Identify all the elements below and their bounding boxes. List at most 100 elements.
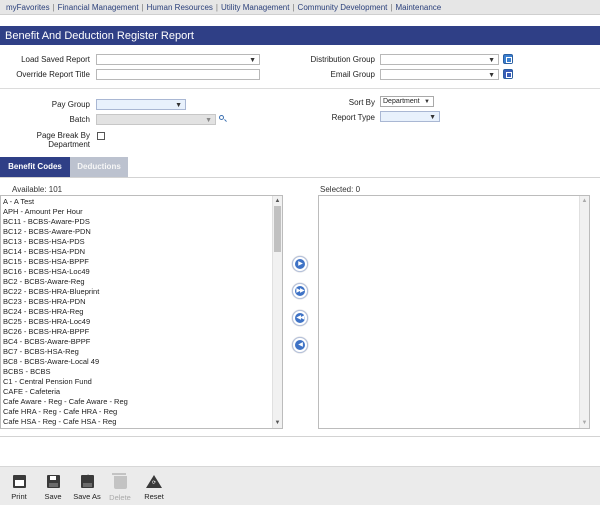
list-item[interactable]: BC26 - BCBS-HRA-BPPF	[2, 327, 270, 337]
list-item[interactable]: Cafe HRA - Reg - Cafe HRA - Reg	[2, 407, 270, 417]
list-item[interactable]: BC16 - BCBS-HSA-Loc49	[2, 267, 270, 277]
save-button[interactable]: Save	[38, 475, 68, 501]
available-items: A - A Test APH - Amount Per Hour BC11 - BC…	[2, 197, 270, 427]
batch-select[interactable]: ▼	[96, 114, 216, 125]
page-break-label-line2: Department	[48, 140, 90, 149]
save-as-button[interactable]: Save As	[72, 475, 102, 501]
list-item[interactable]: BC15 - BCBS-HSA-BPPF	[2, 257, 270, 267]
override-report-title-input[interactable]	[96, 69, 260, 80]
distribution-group-label: Distribution Group	[310, 55, 375, 64]
page-title: Benefit And Deduction Register Report	[5, 30, 194, 42]
sort-by-value: Department	[383, 98, 420, 105]
chevron-down-icon: ▼	[488, 57, 495, 64]
chevron-down-icon: ▼	[249, 57, 256, 64]
distribution-group-lookup-icon[interactable]	[503, 54, 513, 64]
scroll-down-icon[interactable]: ▼	[273, 418, 282, 428]
save-as-label: Save As	[73, 492, 101, 501]
print-button[interactable]: Print	[4, 475, 34, 501]
tab-benefit-codes[interactable]: Benefit Codes	[0, 157, 70, 177]
scroll-up-icon[interactable]: ▲	[273, 196, 282, 206]
override-report-title-label: Override Report Title	[16, 70, 90, 79]
pay-group-label: Pay Group	[51, 100, 90, 109]
print-label: Print	[11, 492, 27, 501]
selected-list[interactable]: ▲ ▼	[318, 195, 590, 429]
available-list[interactable]: A - A Test APH - Amount Per Hour BC11 - BC…	[0, 195, 283, 429]
floppy-disk-icon	[46, 475, 60, 488]
nav-myfavorites[interactable]: myFavorites	[6, 3, 50, 12]
list-item[interactable]: BC12 - BCBS-Aware-PDN	[2, 227, 270, 237]
chevron-down-icon: ▼	[429, 114, 436, 121]
reset-button[interactable]: ⟳ Reset	[139, 475, 169, 501]
chevron-down-icon: ▼	[488, 72, 495, 79]
scroll-down-icon[interactable]: ▼	[580, 418, 589, 428]
list-item[interactable]: BC23 - BCBS-HRA-PDN	[2, 297, 270, 307]
list-item[interactable]: BC2 - BCBS-Aware-Reg	[2, 277, 270, 287]
distribution-group-select[interactable]: ▼	[380, 54, 499, 65]
move-all-left-button[interactable]: ◀◀	[292, 310, 308, 326]
list-item[interactable]: A - A Test	[2, 197, 270, 207]
nav-maintenance[interactable]: Maintenance	[395, 3, 441, 12]
move-left-button[interactable]: ◀	[292, 337, 308, 353]
email-group-select[interactable]: ▼	[380, 69, 499, 80]
section-divider	[0, 88, 600, 89]
list-item[interactable]: BC14 - BCBS-HSA-PDN	[2, 247, 270, 257]
list-item[interactable]: BC22 - BCBS-HRA-Blueprint	[2, 287, 270, 297]
nav-utility-management[interactable]: Utility Management	[221, 3, 289, 12]
chevron-down-icon: ▼	[205, 117, 212, 124]
list-item[interactable]: BC24 - BCBS-HRA-Reg	[2, 307, 270, 317]
selected-caption: Selected: 0	[320, 185, 361, 194]
double-chevron-left-icon: ◀◀	[296, 315, 304, 321]
batch-search-icon[interactable]	[219, 115, 227, 123]
selected-scrollbar[interactable]: ▲ ▼	[579, 196, 589, 428]
page-title-bar: Benefit And Deduction Register Report	[0, 26, 600, 45]
list-item[interactable]: BC7 - BCBS-HSA-Reg	[2, 347, 270, 357]
sort-by-select[interactable]: Department ▼	[380, 96, 434, 107]
sort-by-label: Sort By	[348, 98, 375, 107]
load-saved-report-label: Load Saved Report	[21, 55, 90, 64]
page-break-checkbox[interactable]	[97, 132, 105, 140]
list-item[interactable]: CAFE - Cafeteria	[2, 387, 270, 397]
delete-button[interactable]: Delete	[105, 473, 135, 502]
list-item[interactable]: Cafe Aware - Reg - Cafe Aware - Reg	[2, 397, 270, 407]
pay-group-select[interactable]: ▼	[96, 99, 186, 110]
delete-label: Delete	[109, 493, 131, 502]
trash-icon	[111, 473, 127, 489]
batch-label: Batch	[69, 115, 90, 124]
list-item[interactable]: APH - Amount Per Hour	[2, 207, 270, 217]
load-saved-report-select[interactable]: ▼	[96, 54, 260, 65]
email-group-lookup-icon[interactable]	[503, 69, 513, 79]
bottom-toolbar: Print Save Save As Delete ⟳ Reset	[0, 466, 600, 505]
email-group-label: Email Group	[330, 70, 375, 79]
available-scrollbar[interactable]: ▲ ▼	[272, 196, 282, 428]
page-break-label: Page Break By Department	[10, 131, 90, 149]
list-item[interactable]: BC13 - BCBS-HSA-PDS	[2, 237, 270, 247]
nav-financial-management[interactable]: Financial Management	[58, 3, 139, 12]
nav-separator: |	[141, 3, 144, 12]
reset-icon: ⟳	[146, 475, 162, 488]
chevron-right-icon: ▶	[298, 261, 303, 267]
list-item[interactable]: C1 - Central Pension Fund	[2, 377, 270, 387]
report-type-select[interactable]: ▼	[380, 111, 440, 122]
scroll-up-icon[interactable]: ▲	[580, 196, 589, 206]
list-item[interactable]: BC25 - BCBS-HRA-Loc49	[2, 317, 270, 327]
list-item[interactable]: BCBS - BCBS	[2, 367, 270, 377]
scroll-thumb[interactable]	[274, 206, 281, 252]
printer-icon	[12, 475, 26, 488]
chevron-down-icon: ▼	[424, 99, 430, 105]
chevron-left-icon: ◀	[298, 342, 303, 348]
move-all-right-button[interactable]: ▶▶	[292, 283, 308, 299]
nav-human-resources[interactable]: Human Resources	[147, 3, 213, 12]
list-item[interactable]: BC4 - BCBS-Aware-BPPF	[2, 337, 270, 347]
double-chevron-right-icon: ▶▶	[296, 288, 304, 294]
tab-deductions[interactable]: Deductions	[70, 157, 128, 177]
move-right-button[interactable]: ▶	[292, 256, 308, 272]
reset-label: Reset	[144, 492, 164, 501]
nav-separator: |	[215, 3, 218, 12]
nav-community-development[interactable]: Community Development	[298, 3, 388, 12]
chevron-down-icon: ▼	[175, 102, 182, 109]
list-item[interactable]: BC11 - BCBS-Aware-PDS	[2, 217, 270, 227]
list-item[interactable]: BC8 - BCBS-Aware-Local 49	[2, 357, 270, 367]
nav-separator: |	[52, 3, 55, 12]
list-item[interactable]: Cafe HSA - Reg - Cafe HSA - Reg	[2, 417, 270, 427]
top-nav: myFavorites | Financial Management | Human R…	[0, 0, 600, 15]
